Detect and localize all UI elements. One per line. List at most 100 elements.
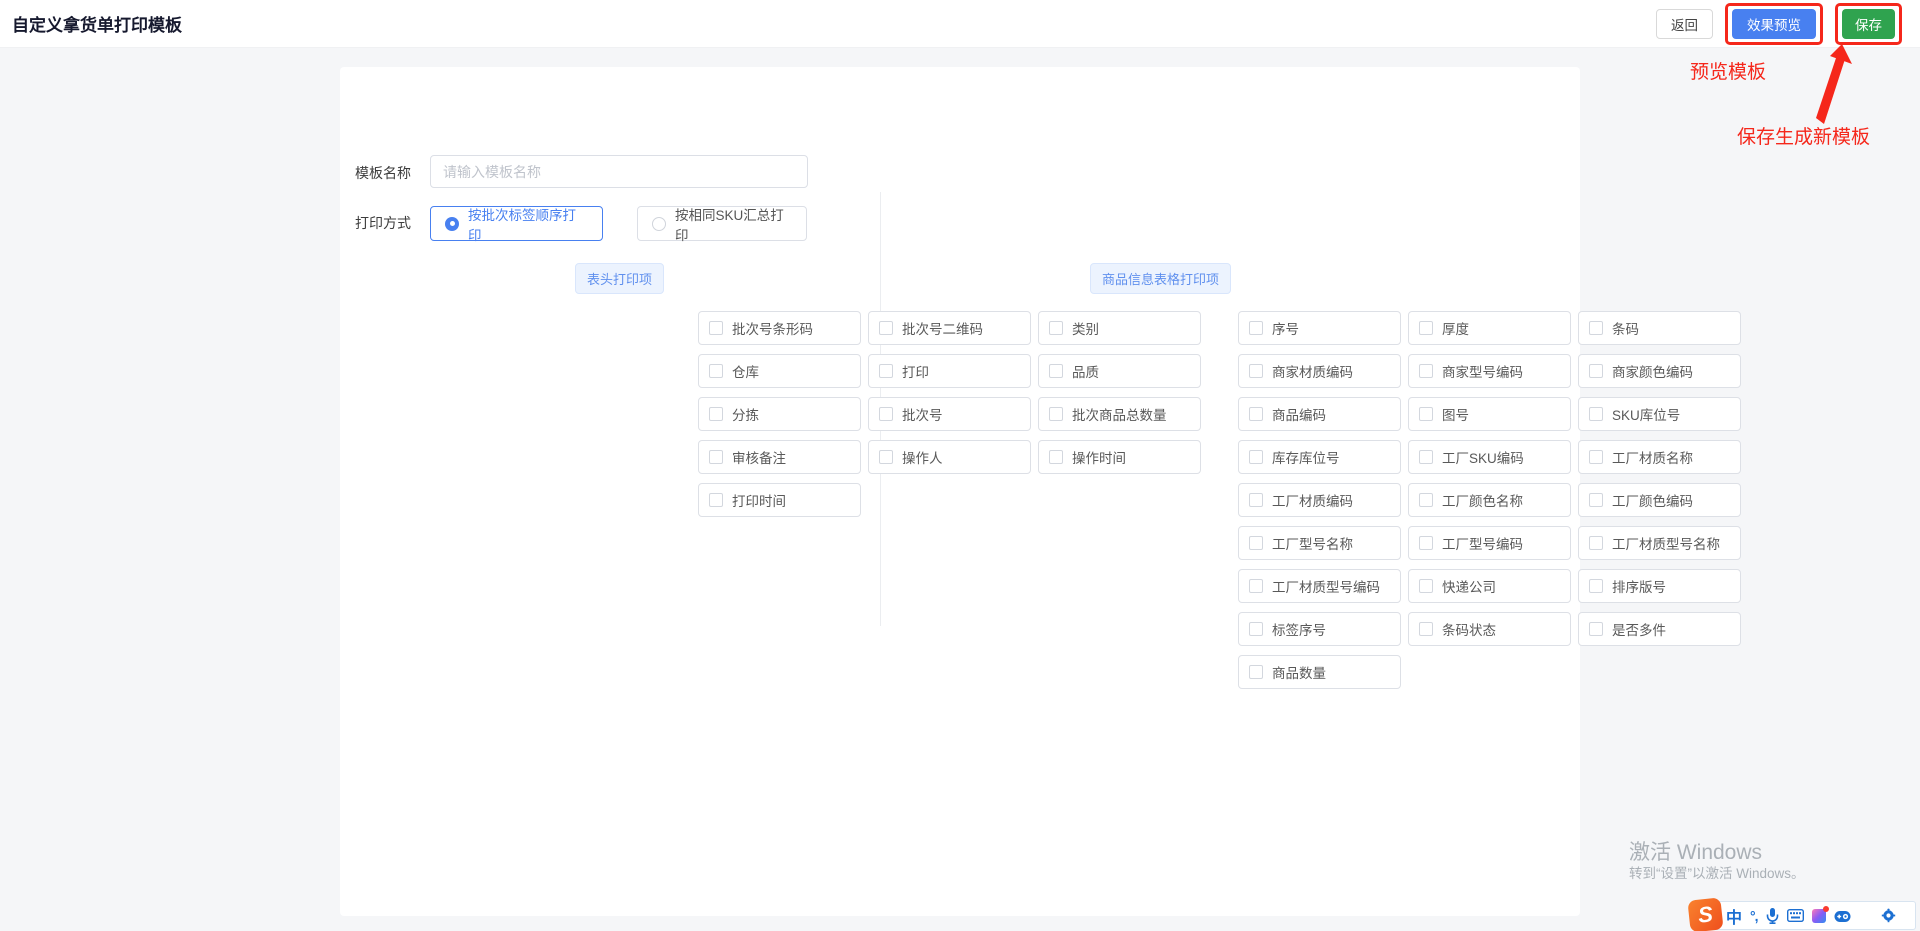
- settings-icon[interactable]: [1881, 908, 1896, 923]
- header-items-grid: 批次号条形码 批次号二维码 类别 仓库 打印 品质 分拣 批次号 批次商品总数量…: [698, 311, 1201, 517]
- chinese-mode-icon[interactable]: 中: [1726, 904, 1742, 928]
- print-item-checkbox[interactable]: 工厂材质型号编码: [1238, 569, 1401, 603]
- checkbox-icon[interactable]: [1249, 364, 1263, 378]
- print-item-checkbox[interactable]: 批次号二维码: [868, 311, 1031, 345]
- checkbox-icon[interactable]: [1419, 407, 1433, 421]
- checkbox-icon[interactable]: [879, 364, 893, 378]
- print-item-checkbox[interactable]: 工厂型号名称: [1238, 526, 1401, 560]
- checkbox-icon[interactable]: [1589, 622, 1603, 636]
- print-item-checkbox[interactable]: 商家颜色编码: [1578, 354, 1741, 388]
- print-item-checkbox[interactable]: 仓库: [698, 354, 861, 388]
- print-item-checkbox[interactable]: 打印时间: [698, 483, 861, 517]
- checkbox-icon[interactable]: [1419, 622, 1433, 636]
- checkbox-icon[interactable]: [1249, 622, 1263, 636]
- print-item-checkbox[interactable]: 工厂SKU编码: [1408, 440, 1571, 474]
- toolbox-icon[interactable]: [1859, 909, 1873, 923]
- checkbox-icon[interactable]: [709, 321, 723, 335]
- skin-theme-icon[interactable]: [1811, 905, 1829, 923]
- print-item-checkbox[interactable]: 操作时间: [1038, 440, 1201, 474]
- keyboard-icon[interactable]: [1786, 909, 1804, 922]
- preview-button[interactable]: 效果预览: [1732, 8, 1816, 39]
- print-item-checkbox[interactable]: 厚度: [1408, 311, 1571, 345]
- checkbox-icon[interactable]: [1589, 321, 1603, 335]
- print-item-checkbox[interactable]: 标签序号: [1238, 612, 1401, 646]
- checkbox-icon[interactable]: [709, 364, 723, 378]
- print-item-checkbox[interactable]: 工厂材质名称: [1578, 440, 1741, 474]
- print-item-checkbox[interactable]: 工厂颜色名称: [1408, 483, 1571, 517]
- print-item-checkbox[interactable]: 条码状态: [1408, 612, 1571, 646]
- print-item-checkbox[interactable]: 类别: [1038, 311, 1201, 345]
- checkbox-icon[interactable]: [879, 450, 893, 464]
- checkbox-icon[interactable]: [879, 407, 893, 421]
- save-annotation-text: 保存生成新模板: [1737, 127, 1871, 148]
- checkbox-icon[interactable]: [709, 450, 723, 464]
- checkbox-icon[interactable]: [1049, 364, 1063, 378]
- checkbox-icon[interactable]: [1589, 579, 1603, 593]
- microphone-icon[interactable]: [1766, 907, 1779, 924]
- checkbox-icon[interactable]: [1419, 321, 1433, 335]
- product-section-title: 商品信息表格打印项: [1090, 263, 1232, 294]
- checkbox-icon[interactable]: [1249, 493, 1263, 507]
- checkbox-icon[interactable]: [1049, 321, 1063, 335]
- checkbox-icon[interactable]: [1419, 493, 1433, 507]
- page-title: 自定义拿货单打印模板: [12, 16, 182, 35]
- checkbox-icon[interactable]: [1589, 364, 1603, 378]
- print-item-checkbox[interactable]: 工厂颜色编码: [1578, 483, 1741, 517]
- print-item-checkbox[interactable]: 快递公司: [1408, 569, 1571, 603]
- template-name-input[interactable]: [430, 155, 808, 188]
- print-item-checkbox[interactable]: 打印: [868, 354, 1031, 388]
- checkbox-icon[interactable]: [1589, 493, 1603, 507]
- print-item-label: 工厂颜色名称: [1442, 494, 1523, 509]
- checkbox-icon[interactable]: [1419, 579, 1433, 593]
- back-button[interactable]: 返回: [1656, 8, 1713, 39]
- checkbox-icon[interactable]: [1249, 665, 1263, 679]
- checkbox-icon[interactable]: [1049, 407, 1063, 421]
- checkbox-icon[interactable]: [1249, 536, 1263, 550]
- checkbox-icon[interactable]: [1589, 450, 1603, 464]
- checkbox-icon[interactable]: [1419, 536, 1433, 550]
- print-item-checkbox[interactable]: SKU库位号: [1578, 397, 1741, 431]
- robot-assistant-icon[interactable]: [1834, 909, 1851, 923]
- checkbox-icon[interactable]: [1249, 450, 1263, 464]
- print-item-checkbox[interactable]: 商家材质编码: [1238, 354, 1401, 388]
- checkbox-icon[interactable]: [1419, 364, 1433, 378]
- radio-print-by-batch-order[interactable]: 按批次标签顺序打印: [430, 206, 603, 243]
- print-item-checkbox[interactable]: 批次商品总数量: [1038, 397, 1201, 431]
- print-item-label: 工厂型号名称: [1272, 537, 1353, 552]
- print-item-checkbox[interactable]: 批次号: [868, 397, 1031, 431]
- print-item-label: 操作时间: [1072, 451, 1126, 466]
- checkbox-icon[interactable]: [1249, 321, 1263, 335]
- print-item-checkbox[interactable]: 品质: [1038, 354, 1201, 388]
- print-item-checkbox[interactable]: 操作人: [868, 440, 1031, 474]
- print-item-label: 类别: [1072, 322, 1099, 337]
- template-name-label: 模板名称: [355, 165, 411, 181]
- checkbox-icon[interactable]: [879, 321, 893, 335]
- print-item-checkbox[interactable]: 工厂型号编码: [1408, 526, 1571, 560]
- checkbox-icon[interactable]: [1419, 450, 1433, 464]
- print-item-checkbox[interactable]: 排序版号: [1578, 569, 1741, 603]
- checkbox-icon[interactable]: [1249, 407, 1263, 421]
- save-button[interactable]: 保存: [1842, 8, 1895, 39]
- checkbox-icon[interactable]: [709, 407, 723, 421]
- checkbox-icon[interactable]: [1589, 536, 1603, 550]
- print-item-checkbox[interactable]: 分拣: [698, 397, 861, 431]
- sogou-logo-icon[interactable]: S: [1687, 897, 1724, 931]
- print-item-checkbox[interactable]: 商家型号编码: [1408, 354, 1571, 388]
- checkbox-icon[interactable]: [1249, 579, 1263, 593]
- print-item-checkbox[interactable]: 序号: [1238, 311, 1401, 345]
- print-item-checkbox[interactable]: 商品编码: [1238, 397, 1401, 431]
- checkbox-icon[interactable]: [709, 493, 723, 507]
- print-item-checkbox[interactable]: 图号: [1408, 397, 1571, 431]
- print-item-checkbox[interactable]: 是否多件: [1578, 612, 1741, 646]
- checkbox-icon[interactable]: [1049, 450, 1063, 464]
- print-item-checkbox[interactable]: 条码: [1578, 311, 1741, 345]
- print-item-checkbox[interactable]: 商品数量: [1238, 655, 1401, 689]
- print-item-checkbox[interactable]: 批次号条形码: [698, 311, 861, 345]
- print-item-checkbox[interactable]: 审核备注: [698, 440, 861, 474]
- print-item-checkbox[interactable]: 工厂材质编码: [1238, 483, 1401, 517]
- print-item-checkbox[interactable]: 库存库位号: [1238, 440, 1401, 474]
- checkbox-icon[interactable]: [1589, 407, 1603, 421]
- radio-print-by-sku-summary[interactable]: 按相同SKU汇总打印: [637, 206, 807, 243]
- print-item-checkbox[interactable]: 工厂材质型号名称: [1578, 526, 1741, 560]
- punctuation-icon[interactable]: °,: [1750, 908, 1758, 924]
